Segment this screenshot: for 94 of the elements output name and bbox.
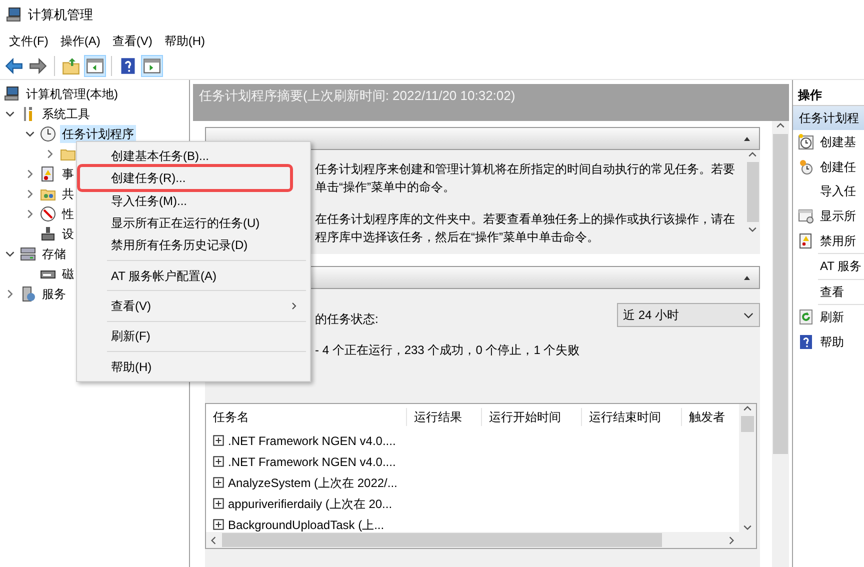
action-link[interactable]: AT 服务 — [820, 257, 862, 276]
tree-item[interactable]: 存储 — [40, 245, 68, 263]
text-line: 任务计划程序来创建和管理计算机将在所指定的时间自动执行的常见任务。若要 — [315, 161, 736, 178]
clock-icon — [798, 134, 814, 150]
tree-item[interactable]: 系统工具 — [40, 105, 92, 123]
collapse-icon[interactable] — [743, 134, 751, 142]
action-link[interactable]: 导入任 — [820, 182, 856, 200]
scroll-up-icon[interactable] — [776, 121, 785, 130]
event-viewer-icon — [40, 166, 56, 182]
scroll-up-icon[interactable] — [743, 404, 752, 413]
storage-icon — [20, 246, 36, 262]
menu-item[interactable]: 导入任务(M)... — [79, 190, 308, 212]
column-header[interactable]: 运行开始时间 — [482, 408, 582, 426]
expand-chevron-icon[interactable] — [25, 189, 35, 199]
column-header[interactable]: 运行结果 — [407, 408, 482, 426]
tree-item[interactable]: 任务计划程序 — [60, 125, 136, 143]
scroll-left-icon[interactable] — [209, 536, 218, 544]
action-link[interactable]: 创建任 — [820, 158, 856, 176]
scrollbar-thumb[interactable] — [773, 134, 788, 454]
task-name: appuriverifierdaily (上次在 20... — [228, 496, 392, 512]
task-name: .NET Framework NGEN v4.0.... — [228, 454, 396, 470]
scrollbar-thumb[interactable] — [222, 533, 662, 547]
menu-item[interactable]: 显示所有正在运行的任务(U) — [79, 212, 308, 234]
help-icon — [798, 334, 814, 350]
scroll-up-icon[interactable] — [748, 150, 757, 159]
column-header[interactable]: 触发者 — [682, 408, 728, 426]
device-icon — [40, 226, 56, 242]
column-header[interactable]: 任务名 — [206, 408, 407, 426]
expand-chevron-icon[interactable] — [25, 209, 35, 219]
menu-item[interactable]: 禁用所有任务历史记录(D) — [79, 234, 308, 256]
expand-icon[interactable] — [213, 456, 224, 467]
tree-pane-button[interactable] — [84, 54, 106, 76]
text-line: 程序库中选择该任务，然后在“操作”菜单中单击命令。 — [315, 229, 600, 246]
menu-item[interactable]: AT 服务帐户配置(A) — [79, 264, 308, 287]
tree-item[interactable]: 计算机管理(本地) — [24, 85, 120, 103]
expand-icon[interactable] — [213, 435, 224, 446]
expand-icon[interactable] — [213, 477, 224, 488]
collapse-chevron-icon[interactable] — [5, 249, 15, 259]
computer-icon — [6, 7, 22, 23]
collapse-chevron-icon[interactable] — [25, 129, 35, 139]
scrollbar-thumb[interactable] — [746, 162, 758, 222]
task-name: BackgroundUploadTask (上... — [228, 516, 384, 534]
text-line: 在任务计划程序库的文件夹中。若要查看单独任务上的操作或执行该操作，请在 — [315, 211, 736, 228]
scrollbar-thumb[interactable] — [741, 416, 754, 432]
tree-item[interactable]: 共 — [60, 185, 76, 203]
column-header[interactable]: 运行结束时间 — [582, 408, 682, 426]
menu-item[interactable]: 创建基本任务(B)... — [79, 145, 308, 168]
status-label: 的任务状态: — [315, 311, 378, 328]
task-name: .NET Framework NGEN v4.0.... — [228, 432, 396, 450]
tree-item[interactable]: 服务 — [40, 285, 68, 303]
tree-item[interactable]: 事 — [60, 165, 76, 183]
expand-chevron-icon[interactable] — [25, 169, 35, 179]
action-link[interactable]: 查看 — [820, 282, 844, 301]
log-icon — [798, 232, 814, 249]
action-link[interactable]: 帮助 — [820, 333, 844, 352]
menu-item[interactable]: 查看(V) — [79, 294, 308, 318]
gauge-icon — [40, 206, 56, 222]
menu-item[interactable]: 操作(A) — [54, 32, 106, 50]
period-dropdown[interactable]: 近 24 小时 — [617, 303, 760, 327]
scroll-down-icon[interactable] — [748, 225, 757, 234]
expand-icon[interactable] — [213, 519, 224, 530]
scroll-right-icon[interactable] — [727, 536, 736, 544]
window-icon — [798, 208, 814, 224]
menu-item[interactable]: 刷新(F) — [79, 325, 308, 348]
menu-item[interactable]: 帮助(H) — [79, 355, 308, 378]
menu-item[interactable]: 帮助(H) — [158, 32, 211, 50]
action-link[interactable]: 刷新 — [820, 308, 844, 326]
status-summary: - 4 个正在运行，233 个成功，0 个停止，1 个失败 — [314, 342, 581, 359]
clock-icon — [798, 158, 814, 175]
expand-icon[interactable] — [213, 498, 224, 509]
window-title: 计算机管理 — [28, 6, 93, 24]
expand-chevron-icon[interactable] — [45, 149, 55, 159]
action-pane-button[interactable] — [141, 54, 163, 76]
computer-icon — [4, 86, 20, 102]
action-link[interactable]: 显示所 — [820, 207, 856, 226]
tree-item[interactable]: 设 — [60, 225, 76, 243]
task-name: AnalyzeSystem (上次在 2022/... — [228, 474, 398, 492]
tree-item[interactable]: 性 — [60, 205, 76, 223]
action-link[interactable]: 禁用所 — [820, 232, 856, 250]
clock-icon — [40, 126, 56, 142]
tree-item[interactable]: 磁 — [60, 265, 76, 283]
collapse-icon[interactable] — [743, 274, 751, 282]
expand-chevron-icon[interactable] — [5, 289, 15, 299]
scroll-down-icon[interactable] — [743, 523, 752, 532]
action-link[interactable]: 创建基 — [820, 133, 856, 152]
refresh-icon — [798, 309, 814, 326]
text-line: 单击“操作”菜单中的命令。 — [315, 179, 456, 196]
actions-section-header[interactable]: 任务计划程 — [793, 106, 864, 130]
pane-header: 任务计划程序摘要(上次刷新时间: 2022/11/20 10:32:02) — [193, 84, 789, 121]
menu-item[interactable]: 创建任务(R)... — [79, 167, 308, 190]
menu-item[interactable]: 文件(F) — [3, 32, 54, 50]
services-icon — [20, 286, 36, 302]
collapse-chevron-icon[interactable] — [5, 109, 15, 119]
menu-item[interactable]: 查看(V) — [106, 32, 158, 50]
